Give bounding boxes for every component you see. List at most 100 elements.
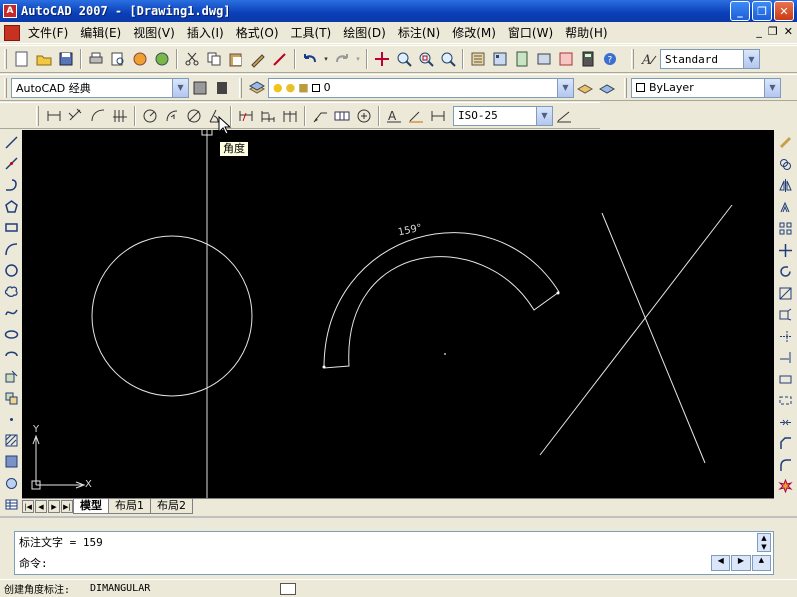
jogged-dimension-icon[interactable] <box>161 105 183 127</box>
zoom-realtime-icon[interactable] <box>393 48 415 70</box>
arc-band-entity[interactable] <box>323 232 560 369</box>
new-icon[interactable] <box>11 48 33 70</box>
mirror-icon[interactable] <box>776 175 796 197</box>
tab-layout1[interactable]: 布局1 <box>108 499 151 514</box>
sun-icon[interactable]: ● <box>286 81 296 94</box>
tolerance-icon[interactable] <box>331 105 353 127</box>
extend-icon[interactable] <box>776 347 796 369</box>
minimize-button[interactable]: _ <box>730 1 750 21</box>
chevron-down-icon[interactable]: ▼ <box>764 78 780 97</box>
break-icon[interactable] <box>776 390 796 412</box>
rectangle-icon[interactable] <box>1 217 21 238</box>
menu-format[interactable]: 格式(O) <box>230 24 285 41</box>
dimension-update-icon[interactable] <box>427 105 449 127</box>
hatch-icon[interactable] <box>1 430 21 451</box>
lightbulb-icon[interactable]: ● <box>273 81 283 94</box>
dimension-style-select[interactable]: ISO-25 ▼ <box>453 105 553 126</box>
lock-icon[interactable]: ■ <box>298 81 308 94</box>
arc-icon[interactable] <box>1 238 21 259</box>
title-bar[interactable]: A AutoCAD 2007 - [Drawing1.dwg] _ ❐ ✕ <box>0 0 797 22</box>
block-editor-icon[interactable] <box>269 48 291 70</box>
layer-previous-icon[interactable] <box>596 77 618 99</box>
menu-view[interactable]: 视图(V) <box>127 24 181 41</box>
linear-dimension-icon[interactable] <box>43 105 65 127</box>
center-mark-icon[interactable] <box>353 105 375 127</box>
zoom-previous-icon[interactable] <box>437 48 459 70</box>
arc-grip-point[interactable] <box>556 291 560 295</box>
autocad-app-icon[interactable]: A <box>3 4 17 18</box>
chevron-down-icon[interactable]: ▼ <box>536 106 552 125</box>
diameter-dimension-icon[interactable] <box>183 105 205 127</box>
menu-edit[interactable]: 编辑(E) <box>74 24 127 41</box>
gradient-icon[interactable] <box>1 451 21 472</box>
move-icon[interactable] <box>776 240 796 262</box>
circle-entity[interactable] <box>91 235 253 397</box>
doc-close-button[interactable]: ✕ <box>784 25 793 38</box>
doc-minimize-button[interactable]: _ <box>756 25 762 38</box>
line-entity-2[interactable] <box>539 204 733 456</box>
publish-icon[interactable] <box>129 48 151 70</box>
stretch-icon[interactable] <box>776 304 796 326</box>
close-button[interactable]: ✕ <box>774 1 794 21</box>
point-icon[interactable] <box>1 409 21 430</box>
pan-icon[interactable] <box>371 48 393 70</box>
my-workspace-icon[interactable] <box>211 77 233 99</box>
array-icon[interactable] <box>776 218 796 240</box>
menu-window[interactable]: 窗口(W) <box>502 24 559 41</box>
scale-icon[interactable] <box>776 283 796 305</box>
layer-manager-icon[interactable] <box>246 77 268 99</box>
last-tab-icon[interactable]: ▶| <box>61 500 73 513</box>
continue-dimension-icon[interactable] <box>279 105 301 127</box>
chevron-down-icon[interactable]: ▼ <box>743 50 759 68</box>
quick-dimension-icon[interactable] <box>235 105 257 127</box>
explode-icon[interactable] <box>776 476 796 498</box>
properties-icon[interactable] <box>467 48 489 70</box>
document-icon[interactable] <box>4 24 20 41</box>
menu-draw[interactable]: 绘图(D) <box>337 24 392 41</box>
tab-model[interactable]: 模型 <box>73 499 109 514</box>
zoom-window-icon[interactable] <box>415 48 437 70</box>
insert-block-icon[interactable] <box>1 366 21 387</box>
dimension-edit-icon[interactable]: A <box>383 105 405 127</box>
3d-dwf-icon[interactable] <box>151 48 173 70</box>
menu-file[interactable]: 文件(F) <box>22 24 74 41</box>
workspace-select[interactable]: AutoCAD 经典 ▼ <box>11 77 189 98</box>
line-icon[interactable] <box>1 132 21 153</box>
baseline-dimension-icon[interactable] <box>257 105 279 127</box>
fillet-icon[interactable] <box>776 455 796 477</box>
open-icon[interactable] <box>33 48 55 70</box>
first-tab-icon[interactable]: |◀ <box>22 500 34 513</box>
tool-palettes-icon[interactable] <box>511 48 533 70</box>
toolbar-grip[interactable] <box>4 49 7 69</box>
radius-dimension-icon[interactable] <box>139 105 161 127</box>
sheet-set-icon[interactable] <box>533 48 555 70</box>
menu-tools[interactable]: 工具(T) <box>285 24 338 41</box>
color-control-select[interactable]: ByLayer ▼ <box>631 77 781 98</box>
aligned-dimension-icon[interactable] <box>65 105 87 127</box>
doc-restore-button[interactable]: ❐ <box>768 25 778 38</box>
dimension-text-edit-icon[interactable] <box>405 105 427 127</box>
command-prompt[interactable]: 命令: <box>19 555 48 571</box>
undo-dropdown-icon[interactable]: ▾ <box>321 48 331 70</box>
quickcalc-icon[interactable] <box>577 48 599 70</box>
cut-icon[interactable] <box>181 48 203 70</box>
workspace-settings-icon[interactable] <box>189 77 211 99</box>
rotate-icon[interactable] <box>776 261 796 283</box>
design-center-icon[interactable] <box>489 48 511 70</box>
trim-icon[interactable] <box>776 326 796 348</box>
construction-line-icon[interactable] <box>1 153 21 174</box>
next-tab-icon[interactable]: ▶ <box>48 500 60 513</box>
menu-insert[interactable]: 插入(I) <box>181 24 230 41</box>
command-text-box[interactable]: 标注文字 = 159 命令: ▲ ▼ ◀ ▶ ▲ <box>14 531 774 575</box>
status-tray-icon[interactable] <box>280 583 296 595</box>
copy-icon[interactable] <box>203 48 225 70</box>
revision-cloud-icon[interactable] <box>1 281 21 302</box>
join-icon[interactable] <box>776 412 796 434</box>
maximize-button[interactable]: ❐ <box>752 1 772 21</box>
erase-icon[interactable] <box>776 132 796 154</box>
markup-icon[interactable] <box>555 48 577 70</box>
arc-length-icon[interactable] <box>87 105 109 127</box>
previous-tab-icon[interactable]: ◀ <box>35 500 47 513</box>
chevron-down-icon[interactable]: ▼ <box>172 78 188 97</box>
ellipse-arc-icon[interactable] <box>1 345 21 366</box>
